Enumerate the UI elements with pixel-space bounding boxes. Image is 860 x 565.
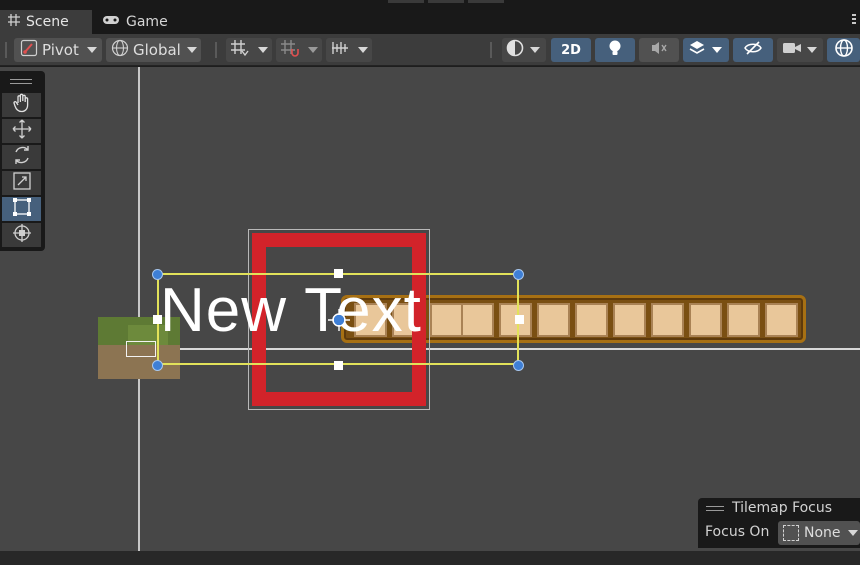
pivot-point-icon[interactable] xyxy=(326,307,352,333)
tools-grip-icon[interactable] xyxy=(10,79,32,84)
scene-viewport[interactable]: New Text Tilemap Focus Focus On None xyxy=(0,67,860,551)
scale-tool-button[interactable] xyxy=(2,171,41,195)
health-slot xyxy=(727,303,760,337)
lightbulb-icon xyxy=(608,39,622,61)
move-tool-button[interactable] xyxy=(2,119,41,143)
transform-combo-icon xyxy=(12,223,32,247)
health-slot xyxy=(689,303,722,337)
chevron-down-icon xyxy=(848,530,858,536)
focus-on-dropdown[interactable]: None xyxy=(778,521,860,545)
camera-dropdown[interactable] xyxy=(777,38,823,62)
selection-dashed-icon xyxy=(783,525,799,541)
chevron-down-icon xyxy=(186,47,197,53)
camera-icon xyxy=(782,41,802,59)
grid-snap-icon xyxy=(230,39,250,61)
transform-tool-button[interactable] xyxy=(2,223,41,247)
chevron-down-icon xyxy=(86,47,97,53)
tilemap-focus-title: Tilemap Focus xyxy=(732,500,833,516)
scale-icon xyxy=(12,171,32,195)
topline-segment xyxy=(428,0,464,3)
move-arrows-icon xyxy=(12,119,32,143)
health-slot xyxy=(537,303,570,337)
visibility-toggle[interactable] xyxy=(733,38,773,62)
window-tab-bar: Scene Game xyxy=(0,0,860,34)
rotate-tool-button[interactable] xyxy=(2,145,41,169)
chevron-down-icon xyxy=(807,47,817,53)
chevron-down-icon xyxy=(258,47,268,53)
incremental-snap-button[interactable] xyxy=(276,38,322,62)
mute-icon xyxy=(650,40,668,60)
grid-icon xyxy=(8,14,20,30)
pivot-icon xyxy=(20,39,38,61)
focus-on-label: Focus On xyxy=(705,524,770,540)
overlay-grip-icon[interactable] xyxy=(706,506,724,511)
gizmos-toggle[interactable] xyxy=(827,38,860,62)
corner-handle-bottom-left[interactable] xyxy=(152,360,163,371)
gizmo-globe-icon xyxy=(834,38,854,62)
scene-toolbar: Pivot Global 2D xyxy=(0,34,860,66)
edge-handle-bottom[interactable] xyxy=(334,361,343,370)
toolbar-separator xyxy=(215,42,217,58)
grid-snapping-button[interactable] xyxy=(226,38,272,62)
topline-segment xyxy=(388,0,424,3)
shading-sphere-icon xyxy=(506,39,524,61)
corner-handle-top-right[interactable] xyxy=(513,269,524,280)
tab-game[interactable]: Game xyxy=(94,10,184,34)
mode-2d-toggle[interactable]: 2D xyxy=(551,38,591,62)
edge-handle-left[interactable] xyxy=(153,315,162,324)
global-label: Global xyxy=(133,41,181,59)
tab-menu-icon[interactable] xyxy=(852,14,858,28)
health-slot xyxy=(575,303,608,337)
chevron-down-icon xyxy=(712,47,722,53)
tools-overlay xyxy=(0,71,45,251)
eye-hidden-icon xyxy=(743,40,763,60)
tilemap-focus-overlay: Tilemap Focus Focus On None xyxy=(698,498,860,548)
globe-icon xyxy=(111,39,129,61)
ruler-icon xyxy=(330,39,350,61)
view-tool-button[interactable] xyxy=(2,93,41,117)
chevron-down-icon xyxy=(308,47,318,53)
corner-handle-bottom-right[interactable] xyxy=(513,360,524,371)
tilemap-cell-outline xyxy=(126,341,156,357)
edge-handle-top[interactable] xyxy=(334,269,343,278)
shading-mode-button[interactable] xyxy=(502,38,546,62)
lighting-toggle[interactable] xyxy=(595,38,635,62)
audio-toggle[interactable] xyxy=(639,38,679,62)
canvas-bounds-vertical-line xyxy=(138,67,140,551)
bottom-status-strip xyxy=(0,551,860,565)
snap-magnet-icon xyxy=(280,39,300,61)
pivot-dropdown[interactable]: Pivot xyxy=(14,38,102,62)
tab-scene-label: Scene xyxy=(26,14,69,30)
tab-bar-topline xyxy=(0,0,860,10)
edge-handle-right[interactable] xyxy=(515,315,524,324)
ruler-button[interactable] xyxy=(326,38,372,62)
health-slot xyxy=(765,303,798,337)
mode-2d-label: 2D xyxy=(561,42,581,58)
health-slot xyxy=(613,303,646,337)
health-slot xyxy=(651,303,684,337)
layers-icon xyxy=(688,39,706,61)
chevron-down-icon xyxy=(530,47,540,53)
topline-segment xyxy=(468,0,504,3)
rotate-icon xyxy=(12,145,32,169)
rect-tool-button[interactable] xyxy=(2,197,41,221)
tab-game-label: Game xyxy=(126,14,168,30)
tab-scene[interactable]: Scene xyxy=(0,10,92,34)
hand-icon xyxy=(12,93,31,117)
focus-on-value: None xyxy=(804,525,841,541)
effects-dropdown[interactable] xyxy=(683,38,729,62)
gamepad-icon xyxy=(102,14,120,30)
corner-handle-top-left[interactable] xyxy=(152,269,163,280)
pivot-label: Pivot xyxy=(42,41,79,59)
global-dropdown[interactable]: Global xyxy=(106,38,201,62)
toolbar-grip xyxy=(5,42,7,58)
chevron-down-icon xyxy=(358,47,368,53)
toolbar-separator xyxy=(490,42,492,58)
rect-transform-icon xyxy=(12,197,32,221)
